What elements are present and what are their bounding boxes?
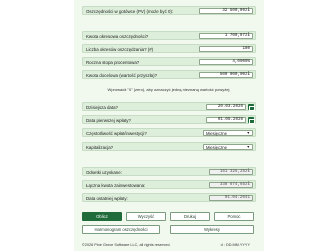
compounding-select-value: Miesięczne xyxy=(206,145,227,151)
periods-row: Liczba okresów oszczędzania? (#) 180 xyxy=(82,44,256,53)
pv-row: Oszczędności w gotówce (PV) (może być 0)… xyxy=(82,6,256,15)
today-label: Dzisiejsza data? xyxy=(86,105,118,110)
total-row: Łączna kwota zainwestowana: 338 674,65zł xyxy=(82,180,256,189)
periods-label: Liczba okresów oszczędzania? (#) xyxy=(86,47,154,52)
savings-schedule-button[interactable]: Harmonogram oszczędności xyxy=(82,225,160,234)
today-row: Dzisiejsza data? 20.03.2026 xyxy=(82,102,256,111)
charts-button[interactable]: Wykresy xyxy=(170,225,254,234)
frequency-select-value: Miesięczne xyxy=(206,131,227,137)
frequency-label: Częstotliwość wpłat/inwestycji? xyxy=(86,131,147,136)
zero-hint-note: Wprowadź "0" (zero), aby oznaczyć jedną … xyxy=(107,87,231,92)
help-button[interactable]: Pomoc xyxy=(214,212,254,221)
rate-row: Roczna stopa procentowa? 4,0000% xyxy=(82,57,256,66)
rate-label: Roczna stopa procentowa? xyxy=(86,60,140,65)
copyright-text: ©2026 Pine Grove Software LLC, all right… xyxy=(82,243,171,247)
footer: ©2026 Pine Grove Software LLC, all right… xyxy=(82,243,256,247)
calculator-panel: Oszczędności w gotówce (PV) (może być 0)… xyxy=(74,0,264,251)
compounding-select[interactable]: Miesięczne ▼ xyxy=(203,144,253,151)
pv-label: Oszczędności w gotówce (PV) (może być 0)… xyxy=(86,9,174,14)
fv-input[interactable]: 500 000,00zł xyxy=(199,72,253,79)
calendar-icon[interactable] xyxy=(248,117,255,124)
clear-button[interactable]: Wyczyść xyxy=(126,212,166,221)
date-format-text: d : DD.MM.YYYY xyxy=(220,243,250,247)
total-label: Łączna kwota zainwestowana: xyxy=(86,183,146,188)
interest-output: 161 325,25zł xyxy=(209,169,253,176)
last-deposit-row: Data ostatniej wpłaty: 01.04.2041 xyxy=(82,193,256,202)
chevron-down-icon: ▼ xyxy=(246,145,250,150)
frequency-row: Częstotliwość wpłat/inwestycji? Miesięcz… xyxy=(82,128,256,137)
interest-label: Odsetki uzyskane: xyxy=(86,170,122,175)
fv-label: Kwota docelowa (wartość przyszła)? xyxy=(86,73,158,78)
print-button[interactable]: Drukuj xyxy=(170,212,210,221)
periods-input[interactable]: 180 xyxy=(199,46,253,53)
last-deposit-label: Data ostatniej wpłaty: xyxy=(86,196,128,201)
deposit-input[interactable]: 1 700,97zł xyxy=(199,33,253,40)
first-deposit-row: Data pierwszej wpłaty? 01.05.2026 xyxy=(82,115,256,124)
last-deposit-output: 01.04.2041 xyxy=(209,195,253,202)
interest-row: Odsetki uzyskane: 161 325,25zł xyxy=(82,167,256,176)
today-date-input[interactable]: 20.03.2026 xyxy=(206,104,246,111)
chevron-down-icon: ▼ xyxy=(246,131,250,136)
calendar-icon[interactable] xyxy=(248,104,255,111)
fv-row: Kwota docelowa (wartość przyszła)? 500 0… xyxy=(82,70,256,79)
total-output: 338 674,65zł xyxy=(209,182,253,189)
deposit-label: Kwota okresowa oszczędności? xyxy=(86,34,149,39)
rate-input[interactable]: 4,0000% xyxy=(199,59,253,66)
compounding-label: Kapitalizacja? xyxy=(86,145,114,150)
calculate-button[interactable]: Oblicz xyxy=(82,212,122,221)
pv-input[interactable]: 32 500,00zł xyxy=(199,8,253,15)
frequency-select[interactable]: Miesięczne ▼ xyxy=(203,130,253,137)
first-deposit-date-input[interactable]: 01.05.2026 xyxy=(206,117,246,124)
compounding-row: Kapitalizacja? Miesięczne ▼ xyxy=(82,142,256,151)
first-deposit-label: Data pierwszej wpłaty? xyxy=(86,118,131,123)
deposit-row: Kwota okresowa oszczędności? 1 700,97zł xyxy=(82,31,256,40)
